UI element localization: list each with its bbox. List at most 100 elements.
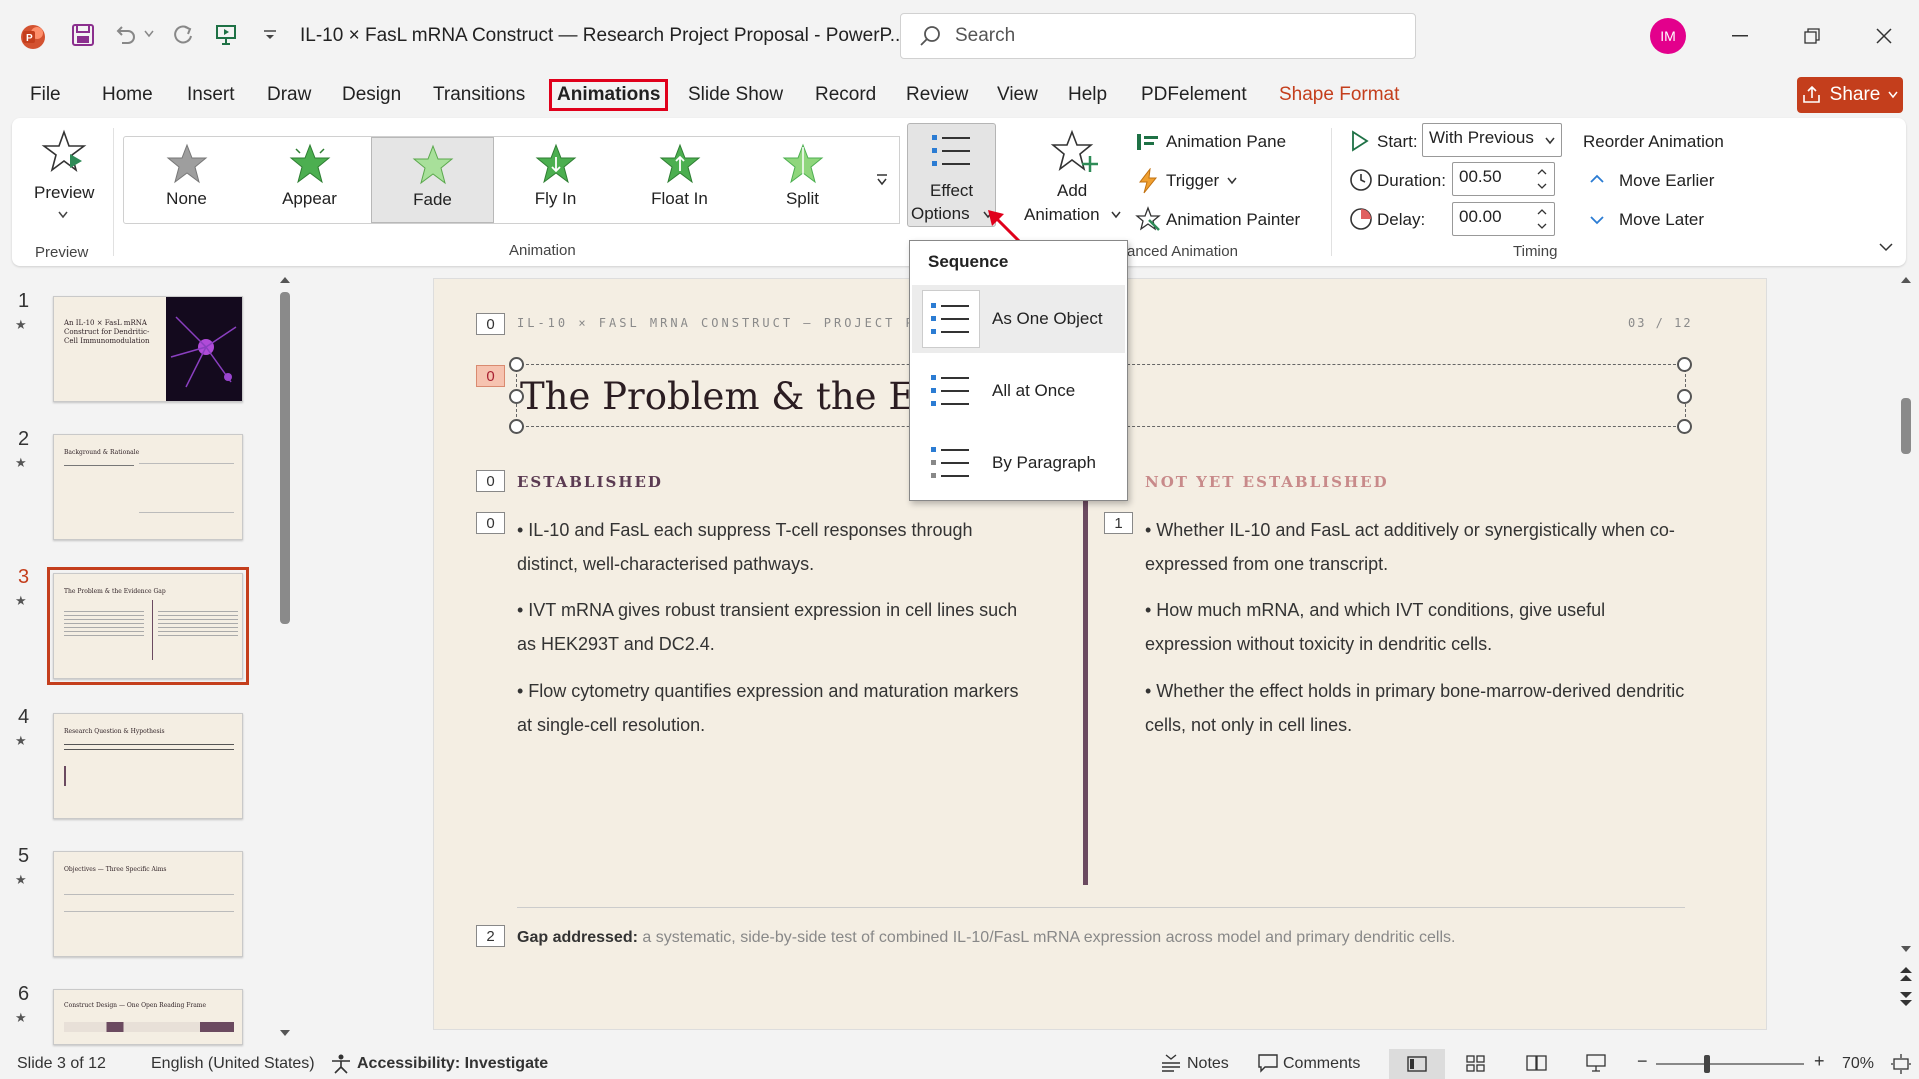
scroll-up-icon[interactable] [279,276,291,284]
animation-none[interactable]: None [125,137,248,223]
tab-insert[interactable]: Insert [187,84,235,106]
search-box[interactable]: Search [900,13,1416,59]
next-slide-icon[interactable] [1899,990,1913,1008]
search-icon [920,26,940,46]
animation-tag[interactable]: 2 [476,925,505,947]
scroll-up-icon[interactable] [1900,276,1912,284]
chevron-down-icon[interactable] [143,28,155,40]
chevron-down-icon[interactable] [1111,211,1121,219]
resize-handle[interactable] [509,419,524,434]
tab-view[interactable]: View [997,84,1038,106]
animation-fly-in[interactable]: Fly In [494,137,617,223]
tab-slide-show[interactable]: Slide Show [688,84,783,106]
customize-toolbar-icon[interactable] [262,28,278,42]
zoom-out-button[interactable]: − [1637,1051,1648,1072]
zoom-slider-thumb[interactable] [1704,1055,1710,1073]
add-animation-icon[interactable] [1050,128,1100,178]
animation-fade[interactable]: Fade [371,137,494,223]
resize-handle[interactable] [509,357,524,372]
tab-transitions[interactable]: Transitions [433,84,525,106]
duration-field[interactable]: 00.50 [1452,162,1555,196]
animation-float-in[interactable]: Float In [618,137,741,223]
slideshow-view-icon[interactable] [1585,1053,1607,1073]
trigger-button[interactable]: Trigger [1166,171,1219,191]
effect-options-button[interactable]: Effect Options [907,123,996,227]
scroll-down-icon[interactable] [279,1029,291,1037]
not-established-bullet-2: • How much mRNA, and which IVT condition… [1145,600,1606,654]
slide-counter: Slide 3 of 12 [17,1055,106,1072]
minimize-icon[interactable] [1728,26,1752,46]
delay-field[interactable]: 00.00 [1452,202,1555,236]
sequence-as-one-object[interactable]: As One Object [912,285,1125,353]
tab-review[interactable]: Review [906,84,968,106]
language-indicator[interactable]: English (United States) [151,1055,315,1073]
effect-options-dropdown: Sequence As One Object All at Once By Pa… [909,240,1128,501]
tab-animations[interactable]: Animations [549,79,669,111]
slide-title[interactable]: The Problem & the Evid [520,375,972,418]
avatar[interactable]: IM [1650,18,1686,54]
comments-button[interactable]: Comments [1283,1055,1360,1073]
slide-sorter-icon[interactable] [1466,1055,1486,1073]
notes-button[interactable]: Notes [1187,1055,1229,1073]
sequence-all-at-once[interactable]: All at Once [912,357,1125,425]
slide-thumbnail-1[interactable]: An IL-10 × FasL mRNA Construct for Dendr… [53,296,243,402]
save-icon[interactable] [70,22,96,48]
animation-tag[interactable]: 0 [476,365,505,387]
sequence-by-paragraph[interactable]: By Paragraph [912,429,1125,497]
scroll-down-icon[interactable] [1900,945,1912,953]
tab-record[interactable]: Record [815,84,876,106]
restore-icon[interactable] [1800,24,1824,48]
preview-button-label[interactable]: Preview [34,183,94,203]
resize-handle[interactable] [1677,357,1692,372]
undo-icon[interactable] [112,22,138,48]
chevron-down-icon[interactable] [58,211,68,219]
dropdown-item-label: All at Once [992,381,1076,400]
star-icon [166,143,207,184]
slide-thumbnail-5[interactable]: Objectives — Three Specific Aims [53,851,243,957]
animation-tag[interactable]: 0 [476,512,505,534]
start-select[interactable]: With Previous [1422,123,1562,157]
zoom-in-button[interactable]: + [1814,1051,1825,1072]
slide-thumbnail-4[interactable]: Research Question & Hypothesis [53,713,243,819]
tab-home[interactable]: Home [102,84,153,106]
tab-shape-format[interactable]: Shape Format [1279,84,1399,106]
reading-view-icon[interactable] [1526,1054,1548,1072]
tab-help[interactable]: Help [1068,84,1107,106]
resize-handle[interactable] [1677,419,1692,434]
normal-view-button[interactable] [1389,1049,1445,1079]
slide-thumbnail-2[interactable]: Background & Rationale [53,434,243,540]
chevron-down-icon[interactable] [1227,177,1237,185]
resize-handle[interactable] [1677,389,1692,404]
tab-draw[interactable]: Draw [267,84,311,106]
accessibility-status[interactable]: Accessibility: Investigate [357,1055,548,1073]
animation-pane-button[interactable]: Animation Pane [1166,132,1286,152]
slide-thumbnail-3[interactable]: The Problem & the Evidence Gap [47,567,249,685]
slide-scrollbar[interactable] [1901,398,1911,454]
slide-thumbnail-6[interactable]: Construct Design — One Open Reading Fram… [53,989,243,1045]
zoom-slider[interactable] [1656,1063,1804,1065]
preview-star-icon[interactable] [40,128,88,176]
zoom-level[interactable]: 70% [1842,1055,1874,1073]
animation-split[interactable]: Split [741,137,864,223]
gallery-more-button[interactable] [864,136,900,224]
fit-slide-icon[interactable] [1890,1053,1912,1075]
add-animation-label-1[interactable]: Add [1057,181,1087,201]
animation-tag[interactable]: 1 [1104,512,1133,534]
thumbnail-scrollbar[interactable] [280,292,290,624]
previous-slide-icon[interactable] [1899,965,1913,983]
close-icon[interactable] [1872,24,1896,48]
move-later-button[interactable]: Move Later [1619,210,1704,230]
tab-pdfelement[interactable]: PDFelement [1141,84,1247,106]
collapse-ribbon-icon[interactable] [1879,242,1893,252]
move-earlier-button[interactable]: Move Earlier [1619,171,1714,191]
redo-icon[interactable] [170,22,196,48]
presentation-icon[interactable] [213,22,239,48]
add-animation-label-2[interactable]: Animation [1024,205,1100,225]
animation-appear[interactable]: Appear [248,137,371,223]
animation-tag[interactable]: 0 [476,470,505,492]
animation-painter-button[interactable]: Animation Painter [1166,210,1300,230]
animation-tag[interactable]: 0 [476,313,505,335]
share-button[interactable]: Share [1797,77,1903,113]
tab-design[interactable]: Design [342,84,401,106]
tab-file[interactable]: File [30,84,61,106]
